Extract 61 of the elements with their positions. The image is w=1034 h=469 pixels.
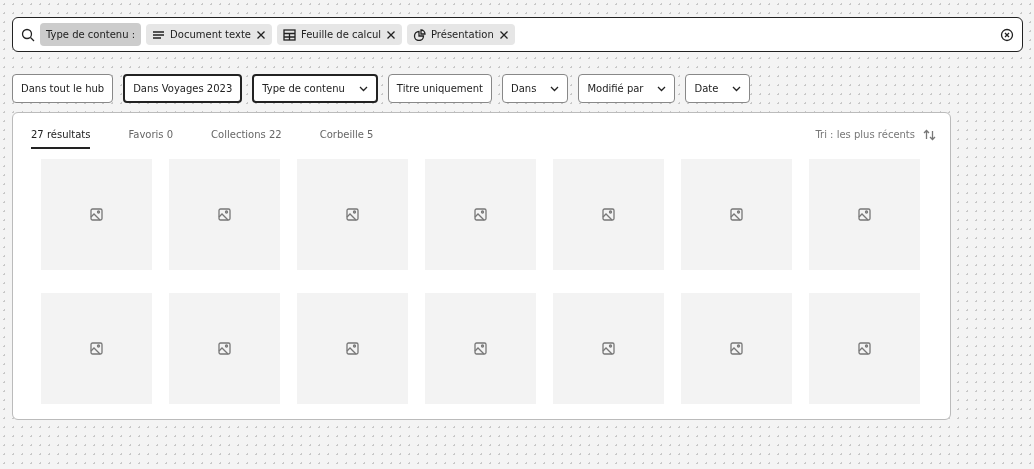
image-icon xyxy=(90,208,103,221)
filter-button[interactable]: Dans Voyages 2023 xyxy=(123,74,243,103)
image-icon xyxy=(474,342,487,355)
chevron-down-icon xyxy=(732,85,742,92)
sort-arrows-icon xyxy=(923,128,936,141)
image-placeholder[interactable] xyxy=(681,159,792,270)
image-icon xyxy=(602,208,615,221)
filter-button[interactable]: Titre uniquement xyxy=(387,74,492,103)
image-placeholder[interactable] xyxy=(425,293,536,404)
image-icon xyxy=(90,342,103,355)
filter-label: Type de contenu : xyxy=(40,23,142,46)
filter-dropdown[interactable]: Modifié par xyxy=(578,74,676,103)
image-placeholder[interactable] xyxy=(41,293,152,404)
image-placeholder[interactable] xyxy=(553,159,664,270)
image-placeholder[interactable] xyxy=(169,293,280,404)
chevron-down-icon xyxy=(657,85,667,92)
close-icon xyxy=(386,29,396,40)
filter-chip[interactable]: Feuille de calcul xyxy=(276,24,402,45)
chevron-down-icon xyxy=(358,85,368,92)
image-icon xyxy=(346,342,359,355)
filter-dropdown[interactable]: Type de contenu xyxy=(252,74,378,103)
filter-dropdown[interactable]: Date xyxy=(685,74,751,103)
tab[interactable]: Corbeille 5 xyxy=(319,127,374,147)
image-icon xyxy=(474,208,487,221)
image-placeholder[interactable] xyxy=(297,159,408,270)
image-placeholder[interactable] xyxy=(553,293,664,404)
image-placeholder[interactable] xyxy=(169,159,280,270)
image-icon xyxy=(858,208,871,221)
chevron-down-icon xyxy=(550,85,560,92)
pie-chart-icon xyxy=(413,28,426,41)
image-icon xyxy=(218,208,231,221)
image-placeholder[interactable] xyxy=(809,159,920,270)
close-icon xyxy=(255,29,266,40)
close-icon xyxy=(498,29,509,40)
image-placeholder[interactable] xyxy=(809,293,920,404)
chip-label: Feuille de calcul xyxy=(300,28,381,42)
chip-label: Présentation xyxy=(431,28,494,42)
image-placeholder[interactable] xyxy=(297,293,408,404)
lines-icon xyxy=(152,28,166,41)
chip-label: Document texte xyxy=(170,28,251,42)
image-placeholder[interactable] xyxy=(41,159,152,270)
table-icon xyxy=(282,28,296,41)
tab[interactable]: 27 résultats xyxy=(31,127,91,149)
tab[interactable]: Collections 22 xyxy=(211,127,282,147)
clear-icon xyxy=(1000,27,1014,42)
sort-label[interactable]: Tri : les plus récents xyxy=(815,127,915,142)
image-icon xyxy=(858,342,871,355)
search-icon xyxy=(21,27,35,42)
tab[interactable]: Favoris 0 xyxy=(128,127,174,147)
image-icon xyxy=(218,342,231,355)
filter-dropdown[interactable]: Dans xyxy=(502,74,569,103)
image-icon xyxy=(346,208,359,221)
image-icon xyxy=(602,342,615,355)
filter-chip[interactable]: Présentation xyxy=(407,24,515,45)
image-placeholder[interactable] xyxy=(425,159,536,270)
filter-chip[interactable]: Document texte xyxy=(146,24,272,45)
filter-button[interactable]: Dans tout le hub xyxy=(12,74,114,103)
image-placeholder[interactable] xyxy=(681,293,792,404)
image-icon xyxy=(730,342,743,355)
search-field[interactable]: Type de contenu : Document texte Feuille de calcul Présentation xyxy=(12,17,1023,52)
image-icon xyxy=(730,208,743,221)
